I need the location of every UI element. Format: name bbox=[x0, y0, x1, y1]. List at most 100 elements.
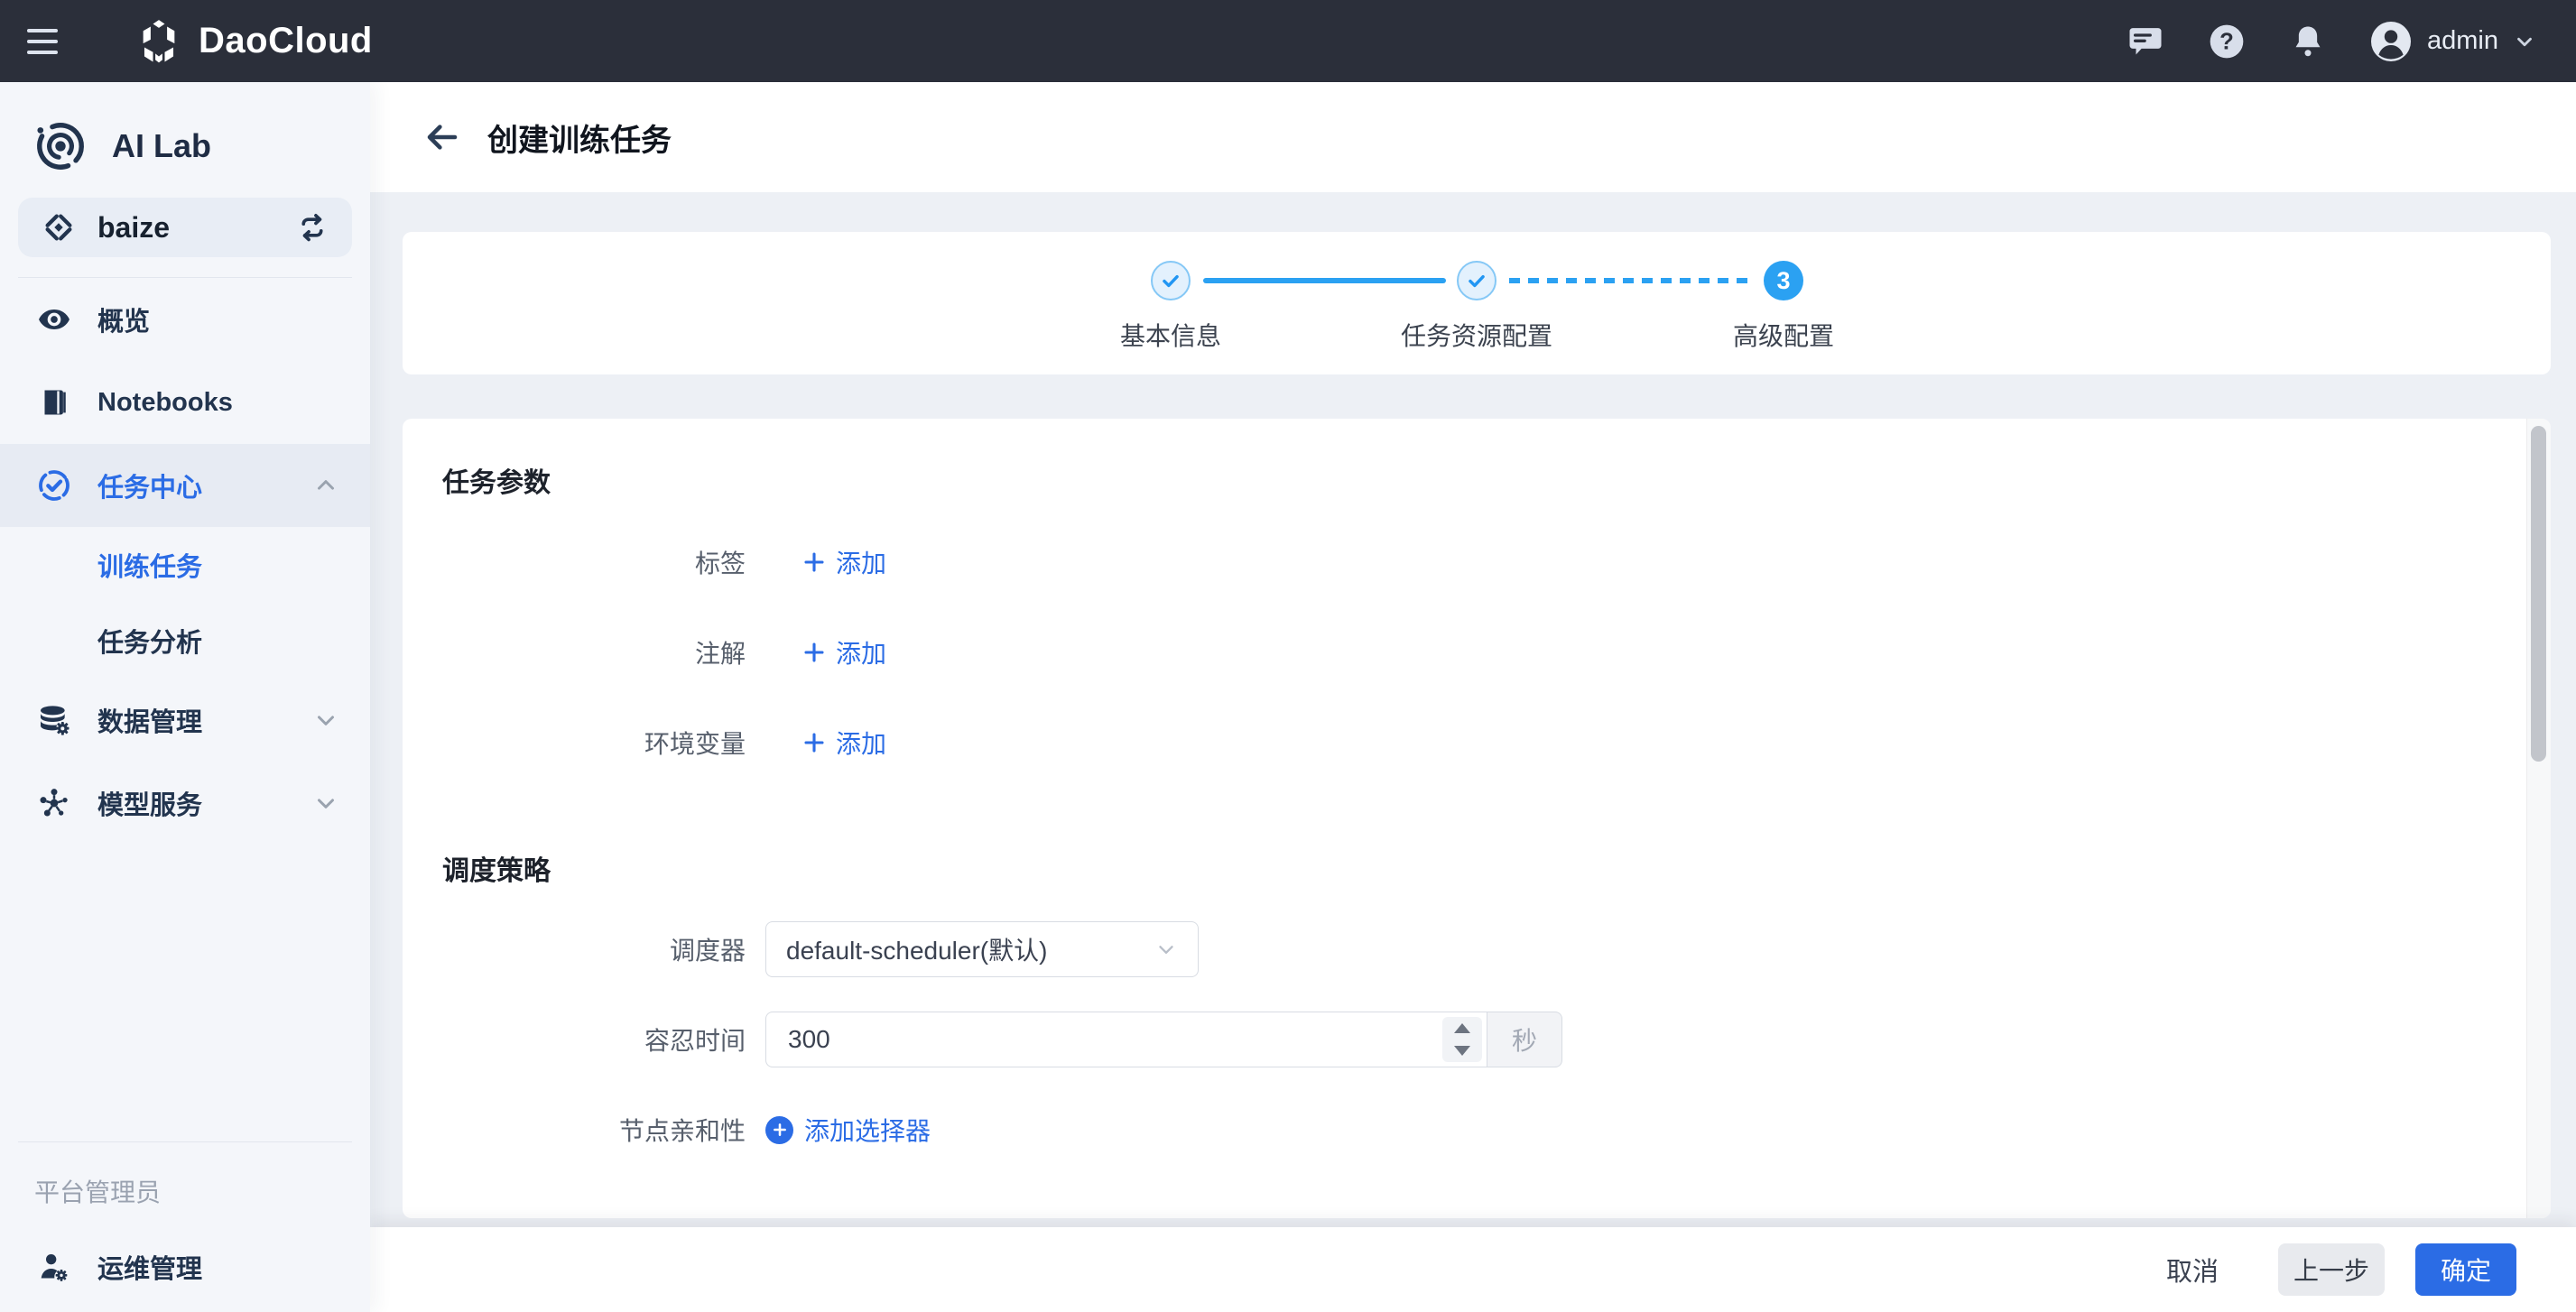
user-gear-icon bbox=[34, 1249, 74, 1285]
form-row-scheduler: 调度器 default-scheduler(默认) bbox=[403, 921, 2479, 977]
messages-icon[interactable] bbox=[2126, 22, 2165, 61]
sidebar: AI Lab baize bbox=[0, 82, 370, 1312]
step-2-label[interactable]: 任务资源配置 bbox=[1332, 317, 1621, 353]
workspace-gem-icon bbox=[42, 210, 76, 245]
step-3-circle[interactable]: 3 bbox=[1764, 261, 1803, 300]
field-label: 环境变量 bbox=[403, 725, 746, 761]
model-hub-icon bbox=[34, 785, 74, 821]
step-connector-solid bbox=[1203, 278, 1446, 283]
chevron-down-icon bbox=[1154, 938, 1178, 961]
notifications-bell-icon[interactable] bbox=[2288, 22, 2328, 61]
username: admin bbox=[2427, 26, 2498, 56]
workspace-name: baize bbox=[97, 211, 170, 245]
spinner-up-button[interactable] bbox=[1442, 1017, 1482, 1039]
sidebar-item-label: 任务分析 bbox=[97, 622, 202, 660]
step-number: 3 bbox=[1776, 267, 1790, 295]
field-label: 容忍时间 bbox=[403, 1021, 746, 1058]
sidebar-bottom: 平台管理员 bbox=[0, 1122, 370, 1312]
ai-lab-logo-icon bbox=[32, 118, 88, 174]
field-label: 调度器 bbox=[403, 931, 746, 967]
page-header: 创建训练任务 bbox=[370, 82, 2576, 192]
number-spinner bbox=[1442, 1017, 1482, 1062]
footer-action-bar: 取消 上一步 确定 bbox=[370, 1227, 2576, 1312]
step-3-label[interactable]: 高级配置 bbox=[1639, 317, 1928, 353]
add-env-var-button[interactable]: 添加 bbox=[803, 725, 886, 761]
scheduler-select[interactable]: default-scheduler(默认) bbox=[765, 921, 1199, 977]
step-1-label[interactable]: 基本信息 bbox=[1026, 317, 1315, 353]
sidebar-item-label: 数据管理 bbox=[97, 701, 202, 739]
form-card: 任务参数 标签 添加 注解 bbox=[403, 419, 2551, 1218]
sidebar-item-label: Notebooks bbox=[97, 388, 233, 418]
sidebar-item-label: 运维管理 bbox=[97, 1248, 202, 1286]
check-circle-icon bbox=[34, 467, 74, 504]
page-title: 创建训练任务 bbox=[487, 115, 672, 160]
section-title-task-params: 任务参数 bbox=[442, 460, 551, 500]
sidebar-item-training-tasks[interactable]: 训练任务 bbox=[0, 527, 370, 603]
workspace-selector[interactable]: baize bbox=[18, 198, 352, 257]
chevron-down-icon bbox=[312, 707, 339, 734]
tolerance-input[interactable] bbox=[788, 1014, 1420, 1065]
unit-suffix: 秒 bbox=[1487, 1012, 1562, 1067]
prev-step-button[interactable]: 上一步 bbox=[2278, 1243, 2385, 1296]
add-link-label: 添加 bbox=[836, 634, 886, 670]
sidebar-item-data-management[interactable]: 数据管理 bbox=[0, 679, 370, 762]
svg-text:?: ? bbox=[2219, 29, 2234, 54]
sidebar-item-label: 模型服务 bbox=[97, 784, 202, 822]
add-label-button[interactable]: 添加 bbox=[803, 544, 886, 580]
add-link-label: 添加 bbox=[836, 725, 886, 761]
sidebar-item-label: 概览 bbox=[97, 300, 150, 338]
spinner-down-button[interactable] bbox=[1442, 1039, 1482, 1062]
field-label: 标签 bbox=[403, 544, 746, 580]
plus-icon bbox=[803, 642, 825, 663]
chevron-up-icon bbox=[312, 472, 339, 499]
workspace-switch-icon[interactable] bbox=[296, 211, 329, 244]
sidebar-item-label: 训练任务 bbox=[97, 546, 202, 584]
confirm-button[interactable]: 确定 bbox=[2415, 1243, 2516, 1296]
field-label: 节点亲和性 bbox=[403, 1112, 746, 1148]
step-1-circle[interactable] bbox=[1151, 261, 1191, 300]
sidebar-nav: 概览 Notebooks bbox=[0, 278, 370, 845]
avatar bbox=[2369, 20, 2413, 63]
user-menu[interactable]: admin bbox=[2369, 20, 2536, 63]
role-section-label: 平台管理员 bbox=[0, 1142, 370, 1209]
plus-icon bbox=[803, 551, 825, 573]
sidebar-item-overview[interactable]: 概览 bbox=[0, 278, 370, 361]
card-scrollbar-thumb[interactable] bbox=[2531, 426, 2546, 762]
topbar: DaoCloud ? bbox=[0, 0, 2576, 82]
add-selector-button[interactable]: 添加选择器 bbox=[765, 1112, 931, 1148]
topbar-actions: ? admin bbox=[2126, 20, 2536, 63]
eye-icon bbox=[34, 301, 74, 337]
plus-icon bbox=[803, 732, 825, 753]
sidebar-item-task-analysis[interactable]: 任务分析 bbox=[0, 603, 370, 679]
daocloud-logo-icon bbox=[135, 18, 182, 65]
step-2-circle[interactable] bbox=[1457, 261, 1496, 300]
sidebar-item-notebooks[interactable]: Notebooks bbox=[0, 361, 370, 444]
database-gear-icon bbox=[34, 702, 74, 738]
cancel-button[interactable]: 取消 bbox=[2166, 1251, 2219, 1289]
chevron-down-icon bbox=[312, 790, 339, 817]
add-annotation-button[interactable]: 添加 bbox=[803, 634, 886, 670]
add-link-label: 添加选择器 bbox=[804, 1112, 931, 1148]
main-content: 3 基本信息 任务资源配置 高级配置 任务参数 标签 添加 bbox=[370, 192, 2576, 1227]
book-icon bbox=[34, 386, 74, 419]
menu-toggle-icon[interactable] bbox=[27, 21, 69, 62]
sidebar-item-task-center[interactable]: 任务中心 bbox=[0, 444, 370, 527]
form-row-env-vars: 环境变量 添加 bbox=[403, 715, 2479, 771]
brand-logo[interactable]: DaoCloud bbox=[135, 18, 373, 65]
stepper-card: 3 基本信息 任务资源配置 高级配置 bbox=[403, 232, 2551, 374]
step-connector-dashed bbox=[1509, 278, 1753, 283]
section-title-scheduling: 调度策略 bbox=[442, 848, 551, 888]
sidebar-item-model-services[interactable]: 模型服务 bbox=[0, 762, 370, 845]
circle-plus-icon bbox=[765, 1116, 793, 1144]
app-root: DaoCloud ? bbox=[0, 0, 2576, 1312]
back-arrow-icon[interactable] bbox=[421, 115, 464, 159]
sidebar-item-ops-management[interactable]: 运维管理 bbox=[0, 1222, 370, 1312]
chevron-down-icon bbox=[2513, 30, 2536, 53]
form-row-labels: 标签 添加 bbox=[403, 534, 2479, 590]
form-row-annotations: 注解 添加 bbox=[403, 624, 2479, 680]
brand-name: DaoCloud bbox=[199, 21, 373, 61]
card-scrollbar-track[interactable] bbox=[2526, 419, 2551, 1218]
form-row-tolerance: 容忍时间 秒 bbox=[403, 1012, 2479, 1067]
product-name: AI Lab bbox=[112, 127, 211, 165]
help-icon[interactable]: ? bbox=[2207, 22, 2247, 61]
